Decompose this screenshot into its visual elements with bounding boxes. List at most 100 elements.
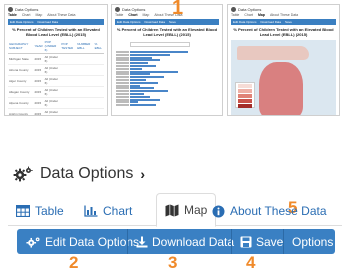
cogs-icon bbox=[26, 236, 41, 248]
mini-table-header: GEOGRAPHY SUBJECT bbox=[8, 39, 34, 54]
mini-bar bbox=[130, 56, 152, 59]
mini-toolbar: Edit Data Options Download Data Save bbox=[231, 19, 336, 25]
mini-table-cell: All (Under 6) bbox=[43, 108, 61, 115]
mini-table-cell: 2015 bbox=[33, 64, 44, 76]
save-button[interactable]: Save bbox=[233, 229, 290, 254]
mini-table-cell bbox=[60, 75, 77, 87]
mini-bar bbox=[130, 104, 156, 107]
mini-data-options-label: Data Options bbox=[122, 7, 146, 12]
mini-bar-label bbox=[116, 76, 129, 79]
floppy-icon bbox=[240, 236, 252, 248]
mini-table-cell bbox=[76, 108, 94, 115]
bar-chart-icon bbox=[84, 205, 98, 217]
mini-table-cell: 2015 bbox=[33, 53, 44, 65]
mini-bar-label bbox=[116, 84, 129, 87]
mini-bar-chart bbox=[116, 40, 218, 108]
mini-table-cell bbox=[60, 97, 77, 109]
mini-table-row: Michigan State 2015 All (Under 6) bbox=[8, 53, 104, 65]
tab-table[interactable]: Table bbox=[8, 196, 72, 226]
mini-bar bbox=[130, 76, 164, 79]
thumbnail-table-view: Data Options Table Chart Map About These… bbox=[4, 4, 108, 116]
mini-bar-label bbox=[116, 101, 129, 104]
annotation-number-4: 4 bbox=[246, 253, 256, 272]
mini-data-options-label: Data Options bbox=[238, 7, 262, 12]
annotation-number-3: 3 bbox=[168, 253, 178, 272]
mini-table-cell bbox=[76, 53, 94, 65]
chevron-right-icon: › bbox=[140, 166, 146, 182]
map-icon bbox=[165, 204, 179, 217]
mini-table-cell bbox=[76, 97, 94, 109]
thumbnail-chart-view: Data Options Table Chart Map About These… bbox=[111, 4, 223, 116]
mini-edit: Edit Data Options bbox=[233, 20, 257, 24]
legend-swatch bbox=[238, 89, 252, 93]
mini-table-cell bbox=[60, 108, 77, 115]
mini-table-cell bbox=[76, 75, 94, 87]
mini-bar-label bbox=[116, 93, 129, 95]
mini-table-row: Alpena County 2015 All (Under 6) bbox=[8, 97, 104, 109]
mini-table-header: POP TESTED bbox=[60, 39, 77, 54]
download-data-button[interactable]: Download Data bbox=[129, 229, 241, 254]
mini-edit: Edit Data Options bbox=[117, 20, 141, 24]
mini-tab-table: Table bbox=[231, 13, 240, 17]
mini-bar bbox=[130, 98, 160, 101]
mini-table-cell: Antrim County bbox=[8, 108, 34, 115]
mini-title: % Percent of Children Tested with an Ele… bbox=[233, 27, 334, 37]
mini-table-row: Alcona County 2015 All (Under 6) bbox=[8, 64, 104, 76]
mini-tabs: Table Chart Map About These Data bbox=[228, 12, 339, 18]
mini-table-header: YEAR bbox=[33, 39, 44, 54]
tab-table-label: Table bbox=[35, 204, 64, 218]
mini-table-cell bbox=[60, 53, 77, 65]
options-dropdown-button[interactable]: Options bbox=[285, 229, 342, 254]
mini-bar bbox=[130, 53, 170, 56]
mini-table-cell: Alcona County bbox=[8, 64, 34, 76]
download-data-label: Download Data bbox=[152, 234, 235, 249]
mini-table-cell: Michigan State bbox=[8, 53, 34, 65]
mini-bar-label bbox=[116, 67, 129, 70]
mini-bar bbox=[130, 73, 150, 76]
mini-tab-map: Map bbox=[142, 13, 150, 17]
mini-bar-label bbox=[116, 51, 129, 53]
mini-table-row: Allegan County 2015 All (Under 6) bbox=[8, 86, 104, 98]
mini-data-table: GEOGRAPHY SUBJECT YEAR POP (UNDER 6) POP TE… bbox=[8, 39, 104, 115]
mini-bar-label bbox=[116, 65, 129, 67]
mini-bar-label bbox=[116, 70, 129, 73]
mini-header: Data Options bbox=[228, 5, 339, 12]
legend-swatch bbox=[238, 94, 252, 98]
mini-bar bbox=[130, 65, 156, 67]
mini-bar bbox=[130, 93, 144, 95]
mini-data-options-label: Data Options bbox=[15, 7, 39, 12]
mini-tabs: Table Chart Map About These Data bbox=[5, 12, 107, 18]
mini-table-cell: 2015 bbox=[33, 86, 44, 98]
save-label: Save bbox=[256, 234, 284, 249]
mini-table-cell bbox=[93, 86, 104, 98]
mini-header: Data Options bbox=[112, 5, 222, 12]
mini-table-header: % EBLL bbox=[93, 39, 104, 54]
mini-bar-label bbox=[116, 73, 129, 76]
mini-table-cell: All (Under 6) bbox=[43, 86, 61, 98]
mini-gear-icon bbox=[115, 7, 120, 12]
mini-table-cell: All (Under 6) bbox=[43, 75, 61, 87]
mini-tab-map: Map bbox=[257, 13, 265, 17]
mini-tab-chart: Chart bbox=[128, 13, 138, 17]
mini-choropleth-map bbox=[231, 40, 336, 115]
mini-filter-box bbox=[130, 42, 190, 47]
map-legend bbox=[235, 82, 255, 108]
mini-tab-about: About These Data bbox=[269, 13, 299, 17]
mini-tabs: Table Chart Map About These Data bbox=[112, 12, 222, 18]
mini-download: Download Data bbox=[37, 20, 59, 24]
mini-title: % Percent of Children Tested with an Ele… bbox=[12, 27, 100, 37]
mini-bar-label bbox=[116, 95, 129, 98]
mini-bar bbox=[130, 81, 158, 84]
tab-chart[interactable]: Chart bbox=[76, 196, 140, 226]
table-icon bbox=[16, 205, 30, 217]
tab-chart-label: Chart bbox=[103, 204, 133, 218]
mini-table-cell bbox=[76, 86, 94, 98]
mini-bar bbox=[130, 62, 148, 65]
mini-table-cell bbox=[93, 64, 104, 76]
mini-tab-table: Table bbox=[115, 13, 124, 17]
mini-table-cell: 2015 bbox=[33, 108, 44, 115]
mini-edit: Edit Data Options bbox=[10, 20, 34, 24]
tab-about-these-data[interactable]: About These Data bbox=[204, 196, 335, 226]
mini-bar-label bbox=[116, 90, 129, 93]
data-options-toggle[interactable]: Data Options › bbox=[13, 165, 145, 183]
